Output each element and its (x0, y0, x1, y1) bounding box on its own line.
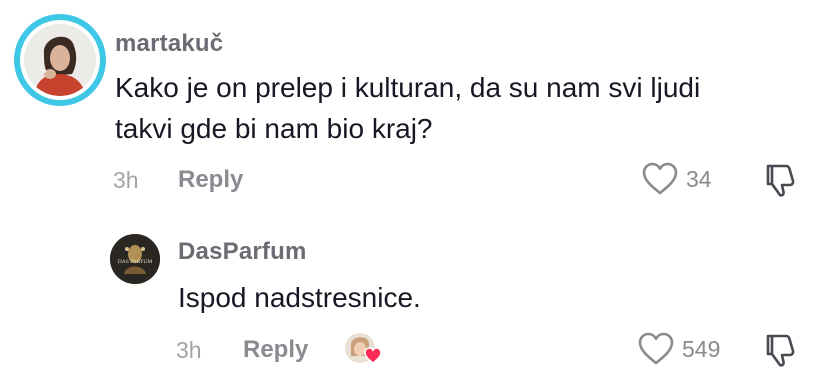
reply-like-count: 549 (682, 335, 721, 362)
like-count: 34 (686, 165, 712, 192)
comment-item: martakuč Kako je on prelep i kulturan, d… (0, 0, 828, 210)
person-avatar-icon (24, 24, 96, 96)
creator-liked-icon (345, 333, 382, 364)
thumbs-down-icon (766, 334, 795, 367)
reply-button[interactable]: Reply (178, 166, 243, 194)
comment-username[interactable]: martakuč (115, 30, 223, 58)
comment-text-line-2: takvi gde bi nam bio kraj? (115, 113, 433, 144)
reply-dislike-button[interactable] (762, 332, 798, 373)
heart-outline-icon (638, 332, 674, 365)
reply-text: Ispod nadstresnice. (178, 282, 421, 313)
reply-like-button[interactable]: 549 (638, 332, 720, 366)
comment-timestamp: 3h (113, 167, 139, 193)
reply-timestamp: 3h (176, 337, 202, 363)
avatar-photo (24, 24, 96, 96)
dasparfum-logo-icon: DAS PARFUM (110, 234, 160, 284)
logo-text: DAS PARFUM (118, 259, 153, 265)
reply-username[interactable]: DasParfum (178, 238, 307, 266)
thumbs-down-icon (766, 164, 795, 197)
comment-text-line-1: Kako je on prelep i kulturan, da su nam … (115, 72, 701, 103)
creator-liked-badge[interactable] (343, 332, 385, 366)
like-button[interactable]: 34 (642, 162, 712, 196)
dislike-button[interactable] (762, 162, 798, 203)
commenter-avatar[interactable] (14, 14, 106, 106)
reply-reply-button[interactable]: Reply (243, 336, 308, 364)
reply-avatar[interactable]: DAS PARFUM (110, 234, 160, 284)
heart-outline-icon (642, 162, 678, 195)
avatar-frame (20, 20, 100, 100)
